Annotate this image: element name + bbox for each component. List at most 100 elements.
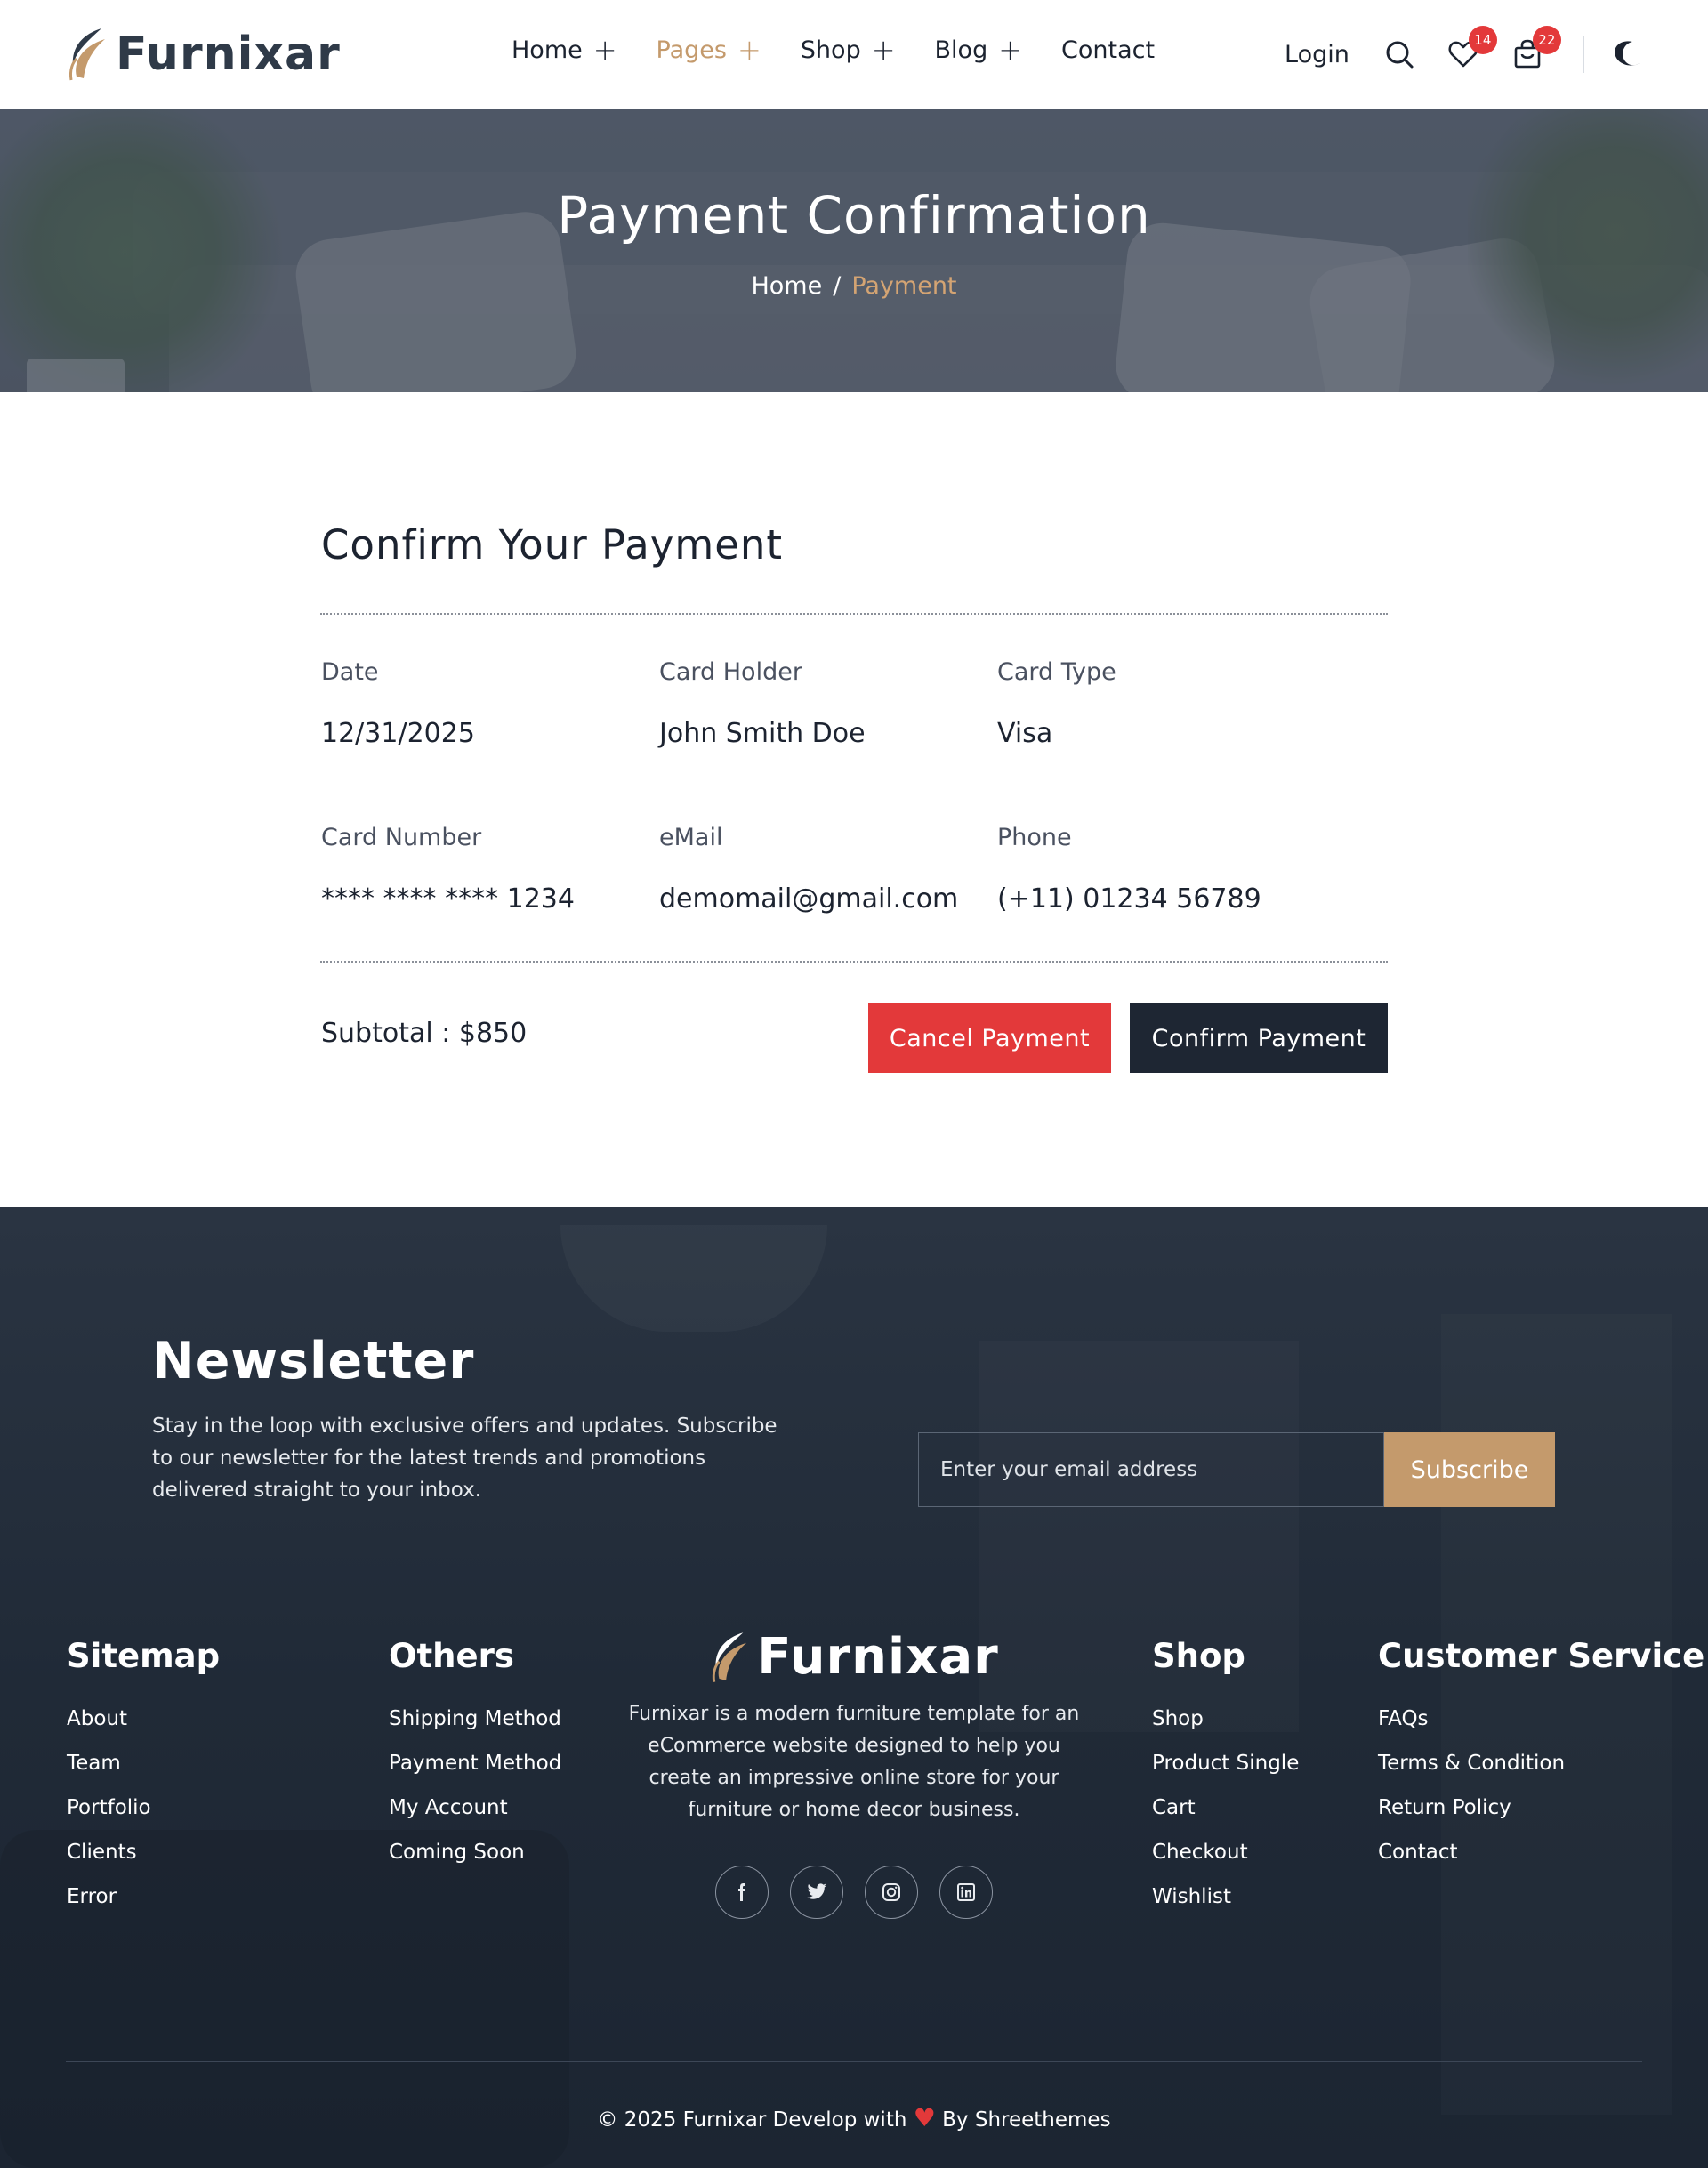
field-value: (+11) 01234 56789 [997,883,1261,915]
footer-brand: Furnixar Furnixar is a modern furniture … [614,1628,1094,1919]
newsletter-form: Subscribe [918,1432,1555,1507]
footer-col-customer-service: Customer Service FAQs Terms & Condition … [1378,1637,1704,1885]
field-label: Date [321,658,379,686]
site-footer: Newsletter Stay in the loop with exclusi… [0,1207,1708,2168]
field-date: Date 12/31/2025 [321,658,659,749]
footer-link-checkout[interactable]: Checkout [1152,1841,1299,1864]
social-links [614,1866,1094,1919]
footer-link-error[interactable]: Error [67,1885,220,1908]
cancel-payment-button[interactable]: Cancel Payment [868,1003,1111,1073]
plus-icon: + [592,33,617,67]
field-label: Card Holder [659,658,802,686]
plus-icon: + [737,33,761,67]
login-link[interactable]: Login [1285,41,1349,69]
footer-logo-text: Furnixar [757,1628,999,1686]
linkedin-icon [957,1883,975,1901]
footer-col-sitemap: Sitemap About Team Portfolio Clients Err… [67,1637,220,1930]
plus-icon: + [871,33,896,67]
footer-link-faqs[interactable]: FAQs [1378,1707,1704,1730]
field-value: demomail@gmail.com [659,883,959,915]
facebook-icon [738,1883,745,1901]
field-card-number: Card Number **** **** **** 1234 [321,824,659,915]
nav-item-shop[interactable]: Shop + [801,36,896,64]
footer-link-wishlist[interactable]: Wishlist [1152,1885,1299,1908]
footer-link-cart[interactable]: Cart [1152,1796,1299,1819]
field-value: 12/31/2025 [321,718,475,749]
breadcrumb-home[interactable]: Home [751,272,822,300]
divider [320,613,1388,615]
footer-link-payment-method[interactable]: Payment Method [389,1752,561,1775]
newsletter-email-input[interactable] [918,1432,1384,1507]
newsletter-title: Newsletter [152,1332,475,1390]
footer-link-shipping-method[interactable]: Shipping Method [389,1707,561,1730]
copyright-text: © 2025 Furnixar Develop with [597,2108,907,2132]
twitter-link[interactable] [790,1866,843,1919]
field-value: **** **** **** 1234 [321,883,575,915]
footer-link-about[interactable]: About [67,1707,220,1730]
subscribe-button[interactable]: Subscribe [1384,1432,1555,1507]
main-nav: Home + Pages + Shop + Blog + Contact [512,36,1155,64]
footer-link-terms[interactable]: Terms & Condition [1378,1752,1704,1775]
field-label: Card Type [997,658,1116,686]
section-title: Confirm Your Payment [321,521,784,568]
facebook-link[interactable] [715,1866,769,1919]
nav-item-contact[interactable]: Contact [1061,36,1155,64]
footer-description: Furnixar is a modern furniture template … [628,1703,1080,1821]
confirm-payment-button[interactable]: Confirm Payment [1130,1003,1388,1073]
wishlist-count-badge: 14 [1468,26,1497,54]
moon-icon [1615,41,1640,66]
field-label: eMail [659,824,723,851]
instagram-link[interactable] [865,1866,918,1919]
copyright-author: By Shreethemes [942,2108,1111,2132]
header-actions: Login 14 22 [1285,25,1675,84]
footer-link-my-account[interactable]: My Account [389,1796,561,1819]
nav-item-blog[interactable]: Blog + [935,36,1023,64]
cart-count-badge: 22 [1532,26,1561,54]
footer-link-portfolio[interactable]: Portfolio [67,1796,220,1819]
footer-col-title: Shop [1152,1637,1245,1675]
field-email: eMail demomail@gmail.com [659,824,997,915]
footer-link-return-policy[interactable]: Return Policy [1378,1796,1704,1819]
instagram-icon [882,1883,900,1901]
field-phone: Phone (+11) 01234 56789 [997,824,1335,915]
subtotal: Subtotal : $850 [321,1018,528,1049]
wishlist-button[interactable]: 14 [1447,26,1497,70]
footer-link-contact[interactable]: Contact [1378,1841,1704,1864]
cart-button[interactable]: 22 [1511,26,1561,70]
site-header: Furnixar Home + Pages + Shop + Blog + Co… [0,0,1708,109]
copyright: © 2025 Furnixar Develop with ♥ By Shreet… [0,2103,1708,2132]
leaf-logo-icon [713,1632,747,1682]
page-banner: Payment Confirmation Home / Payment [0,109,1708,392]
field-label: Card Number [321,824,482,851]
footer-col-title: Customer Service [1378,1637,1705,1675]
banner-overlay [0,109,1708,392]
plus-icon: + [998,33,1023,67]
footer-link-clients[interactable]: Clients [67,1841,220,1864]
footer-link-shop[interactable]: Shop [1152,1707,1299,1730]
nav-label: Shop [800,36,861,64]
footer-link-team[interactable]: Team [67,1752,220,1775]
field-card-holder: Card Holder John Smith Doe [659,658,997,749]
field-card-type: Card Type Visa [997,658,1335,749]
newsletter-text: Stay in the loop with exclusive offers a… [152,1414,777,1502]
breadcrumb-separator: / [833,272,842,300]
field-value: John Smith Doe [659,718,866,749]
nav-item-pages[interactable]: Pages + [657,36,761,64]
header-divider [1582,36,1584,73]
twitter-icon [807,1883,826,1899]
page-title: Payment Confirmation [557,185,1151,246]
nav-label: Contact [1061,36,1156,64]
footer-col-title: Sitemap [67,1637,221,1675]
dark-mode-toggle[interactable] [1611,38,1643,70]
linkedin-link[interactable] [939,1866,993,1919]
field-label: Phone [997,824,1072,851]
nav-item-home[interactable]: Home + [512,36,617,64]
footer-link-product-single[interactable]: Product Single [1152,1752,1299,1775]
nav-label: Blog [934,36,988,64]
field-value: Visa [997,718,1053,749]
footer-logo[interactable]: Furnixar [614,1628,1094,1686]
footer-link-coming-soon[interactable]: Coming Soon [389,1841,561,1864]
logo[interactable]: Furnixar [66,27,341,82]
search-icon[interactable] [1383,38,1415,70]
leaf-logo-icon [69,28,105,81]
